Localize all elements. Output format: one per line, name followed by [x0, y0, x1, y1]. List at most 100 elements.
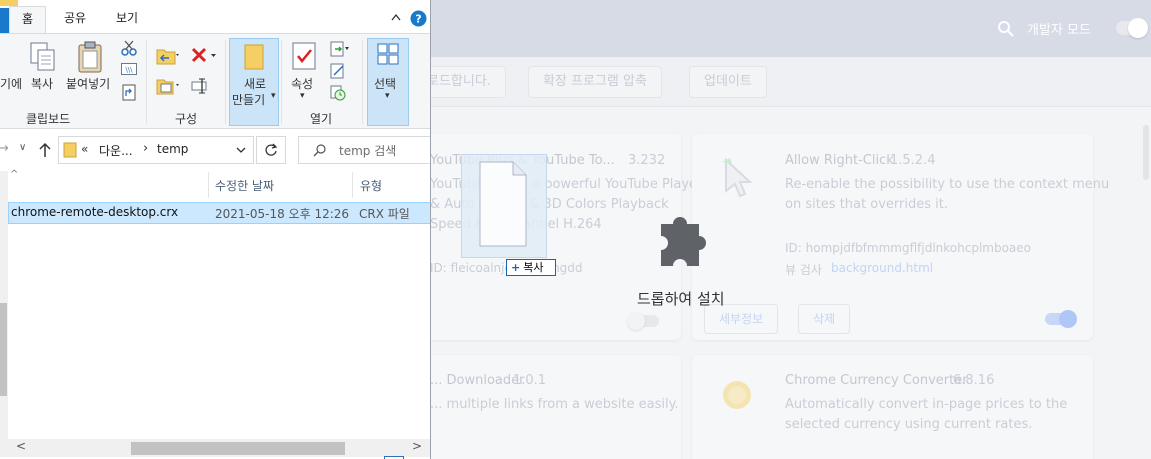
search-icon[interactable] — [997, 20, 1015, 38]
search-placeholder: temp 검색 — [339, 144, 397, 158]
select-button[interactable]: 선택 ▾ — [367, 38, 409, 126]
copy-icon[interactable] — [29, 41, 57, 73]
ribbon-tab-bar: 홈 공유 보기 ? — [0, 0, 430, 33]
group-divider — [225, 40, 226, 124]
select-label: 선택 — [374, 77, 397, 91]
breadcrumb-overflow[interactable]: « — [81, 142, 88, 156]
chevron-up-icon[interactable] — [391, 13, 401, 21]
recent-locations-chevron-icon[interactable]: ∨ — [19, 142, 26, 153]
extension-title: ... Downloader — [430, 373, 525, 388]
tab-share[interactable]: 공유 — [52, 6, 98, 33]
move-to-icon[interactable] — [155, 46, 179, 66]
extension-description: Re-enable the possibility to use the con… — [785, 177, 1110, 192]
open-group-label: 열기 — [310, 112, 333, 126]
refresh-icon — [265, 143, 278, 156]
extension-description: on sites that overrides it. — [785, 197, 948, 212]
paste-icon[interactable] — [76, 40, 104, 74]
column-header-modified[interactable]: 수정한 날짜 — [215, 177, 274, 194]
paste-button[interactable]: 붙여넣기 — [66, 75, 110, 92]
file-type: CRX 파일 — [359, 207, 410, 221]
inspect-views-label: 뷰 검사 — [785, 263, 822, 277]
properties-icon[interactable] — [290, 41, 318, 71]
new-label-line1: 새로 — [244, 77, 267, 91]
extension-version: 1.0.1 — [513, 373, 547, 388]
file-tab[interactable] — [0, 8, 9, 33]
extension-title: Allow Right-Click — [785, 153, 894, 168]
copy-path-icon[interactable]: \\\ — [121, 63, 137, 75]
search-icon — [313, 144, 326, 157]
paste-shortcut-icon[interactable] — [121, 83, 137, 101]
chevron-down-icon: ▾ — [271, 91, 276, 101]
scroll-right-icon[interactable]: > — [412, 439, 422, 453]
delete-icon[interactable] — [191, 47, 217, 65]
drag-file-ghost — [461, 154, 547, 258]
file-icon — [479, 161, 527, 247]
extension-version: 3.232 — [628, 153, 666, 168]
forward-arrow-icon[interactable]: → — [0, 141, 9, 156]
copy-to-icon[interactable] — [155, 76, 179, 96]
cursor-extension-icon — [722, 157, 753, 198]
file-explorer-window: 홈 공유 보기 ? 기에 복사 붙여넣기 \\\ 클립보드 구성 새로 만들기 … — [0, 0, 431, 459]
puzzle-piece-icon — [661, 217, 706, 266]
cut-icon[interactable] — [121, 40, 137, 56]
extension-version: 1.5.2.4 — [890, 153, 936, 168]
folder-icon — [63, 142, 77, 158]
group-divider — [146, 40, 147, 124]
edit-icon[interactable] — [330, 63, 346, 79]
breadcrumb-separator[interactable]: › — [143, 141, 148, 156]
new-label-line2: 만들기 — [232, 93, 266, 107]
column-divider[interactable] — [208, 172, 209, 198]
select-all-icon — [377, 43, 399, 65]
clipboard-group-label: 클립보드 — [26, 112, 71, 126]
help-icon[interactable]: ? — [410, 10, 427, 27]
tab-view[interactable]: 보기 — [104, 6, 150, 33]
group-divider — [362, 40, 363, 124]
refresh-button[interactable] — [256, 136, 286, 164]
chevron-down-icon[interactable] — [236, 147, 246, 154]
scroll-left-icon[interactable]: < — [16, 439, 26, 453]
drop-to-install-label: 드롭하여 설치 — [637, 290, 725, 308]
svg-text:\\\: \\\ — [125, 66, 133, 74]
extension-enable-toggle[interactable] — [1045, 310, 1077, 328]
open-icon[interactable] — [330, 41, 350, 57]
extension-description: selected currency using current rates. — [785, 417, 1033, 432]
address-bar[interactable]: « 다운... › temp — [58, 136, 254, 164]
chevron-down-icon: ▾ — [385, 91, 390, 101]
file-name[interactable]: chrome-remote-desktop.crx — [11, 205, 178, 219]
background-page-link[interactable]: background.html — [831, 261, 933, 275]
breadcrumb-item-temp[interactable]: temp — [157, 142, 188, 156]
pack-extension-button[interactable]: 확장 프로그램 압축 — [528, 66, 662, 98]
new-folder-button[interactable]: 새로 만들기 ▾ — [229, 38, 279, 126]
svg-text:?: ? — [415, 13, 421, 26]
drag-copy-badge: + 복사 — [506, 259, 556, 276]
pin-to-quick-access-label[interactable]: 기에 — [0, 75, 22, 92]
extension-description: Automatically convert in-page prices to … — [785, 397, 1068, 412]
remove-button[interactable]: 삭제 — [798, 304, 851, 334]
tab-home[interactable]: 홈 — [9, 6, 47, 33]
column-divider[interactable] — [352, 172, 353, 198]
developer-mode-toggle[interactable] — [1116, 18, 1148, 38]
history-icon[interactable] — [330, 85, 346, 101]
copy-badge-label: 복사 — [523, 261, 544, 274]
copy-button[interactable]: 복사 — [31, 75, 53, 92]
properties-button[interactable]: 속성 — [291, 75, 313, 92]
vertical-scrollbar-thumb[interactable] — [0, 303, 7, 396]
extension-enable-toggle[interactable] — [627, 312, 659, 330]
horizontal-scrollbar-thumb[interactable] — [131, 442, 345, 455]
column-header-type[interactable]: 유형 — [360, 177, 382, 194]
sort-up-icon: ^ — [10, 169, 19, 180]
update-button[interactable]: 업데이트 — [689, 66, 767, 98]
extension-description: ... multiple links from a website easily… — [430, 397, 679, 412]
extension-version: 6.8.16 — [953, 373, 995, 388]
organize-group-label: 구성 — [175, 112, 198, 126]
plus-icon: + — [511, 261, 521, 274]
up-arrow-icon[interactable] — [38, 142, 52, 158]
breadcrumb-item-downloads[interactable]: 다운... — [99, 142, 133, 159]
coin-icon — [723, 381, 751, 409]
file-modified: 2021-05-18 오후 12:26 — [215, 207, 350, 221]
page-scrollbar-thumb[interactable] — [1143, 125, 1149, 180]
rename-icon[interactable] — [191, 77, 209, 95]
new-item-icon — [244, 44, 264, 70]
group-divider — [281, 40, 282, 124]
chevron-down-icon[interactable]: ▾ — [300, 91, 305, 101]
